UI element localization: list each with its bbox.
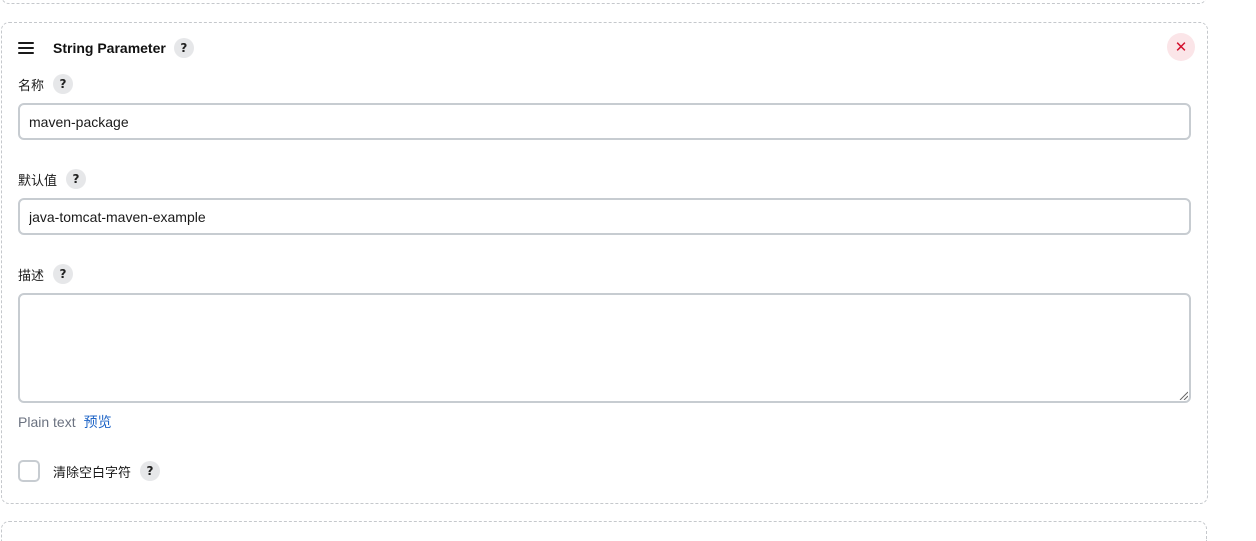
- next-parameter-card: [1, 521, 1207, 541]
- help-icon[interactable]: ?: [53, 264, 74, 284]
- previous-parameter-card: [1, 0, 1207, 4]
- resize-grip-icon[interactable]: [1178, 390, 1188, 400]
- preview-link[interactable]: 预览: [84, 412, 112, 432]
- trim-option-row: 清除空白字符 ?: [18, 460, 161, 482]
- markup-formatter-row: Plain text 预览: [18, 412, 112, 432]
- card-title: String Parameter: [53, 40, 166, 56]
- string-parameter-card: String Parameter ? ✕ 名称 ? 默认值 ? 描述 ? Pla…: [1, 22, 1208, 504]
- help-icon[interactable]: ?: [66, 169, 87, 189]
- description-label-row: 描述 ?: [18, 264, 74, 284]
- help-icon[interactable]: ?: [53, 74, 74, 94]
- card-header: String Parameter ?: [18, 37, 194, 59]
- trim-checkbox-label[interactable]: 清除空白字符: [53, 462, 131, 481]
- description-textarea[interactable]: [18, 293, 1191, 403]
- default-value-label-row: 默认值 ?: [18, 169, 87, 189]
- markup-format-label: Plain text: [18, 414, 76, 430]
- hamburger-icon[interactable]: [18, 42, 34, 54]
- name-input[interactable]: [18, 103, 1191, 140]
- help-icon[interactable]: ?: [173, 38, 194, 58]
- description-label: 描述: [18, 267, 45, 283]
- name-label: 名称: [18, 77, 45, 93]
- default-value-label: 默认值: [18, 172, 58, 188]
- help-icon[interactable]: ?: [140, 461, 161, 481]
- close-icon[interactable]: ✕: [1167, 33, 1195, 61]
- name-label-row: 名称 ?: [18, 74, 74, 94]
- default-value-input[interactable]: [18, 198, 1191, 235]
- trim-checkbox[interactable]: [18, 460, 40, 482]
